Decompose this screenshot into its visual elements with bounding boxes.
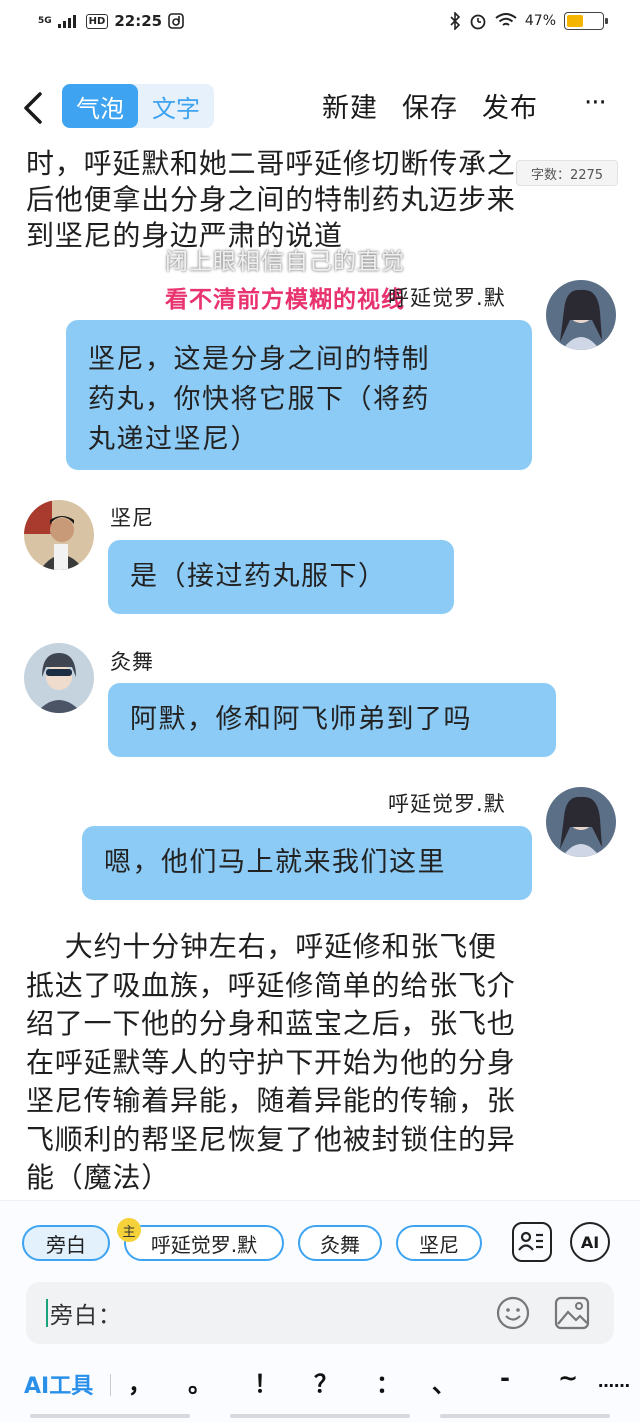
- punct-button[interactable]: ：: [376, 1364, 400, 1399]
- avatar-girl-image: [546, 280, 616, 350]
- mode-bubble-tab[interactable]: 气泡: [62, 84, 138, 128]
- role-chip-huyan-mo[interactable]: 呼延觉罗.默: [124, 1225, 284, 1261]
- emoji-icon[interactable]: [496, 1296, 530, 1330]
- char-count-badge: 字数：2275: [516, 160, 618, 186]
- narration-line: 大约十分钟左右，呼延修和张飞便: [26, 930, 497, 963]
- contact-card-icon: [518, 1231, 543, 1251]
- role-chip-jianni[interactable]: 坚尼: [396, 1225, 482, 1261]
- text-caret: [46, 1299, 48, 1327]
- punct-button[interactable]: ……: [598, 1372, 630, 1391]
- speaker-name: 呼延觉罗.默: [388, 286, 506, 310]
- battery-percent: 47%: [524, 13, 556, 29]
- message-line: 嗯，他们马上就来我们这里: [104, 847, 446, 878]
- new-button[interactable]: 新建: [322, 86, 378, 125]
- status-bar: 5G HD 22:25 47%: [0, 0, 640, 50]
- narration-line: 飞顺利的帮坚尼恢复了他被封锁住的异: [26, 1122, 516, 1156]
- punct-button[interactable]: 、: [432, 1364, 456, 1399]
- scroll-indicator: [230, 1414, 410, 1418]
- narration-line: 在呼延默等人的守护下开始为他的分身: [26, 1045, 516, 1079]
- save-button[interactable]: 保存: [402, 86, 458, 125]
- lyric-overlay-line: 闭上眼相信自己的直觉: [165, 249, 405, 275]
- message-line: 阿默，修和阿飞师弟到了吗: [130, 704, 472, 735]
- app-notification-icon: [168, 13, 184, 29]
- clock: 22:25: [114, 12, 163, 30]
- speaker-name: 坚尼: [110, 506, 154, 530]
- ai-button[interactable]: AI: [570, 1222, 610, 1262]
- speaker-name: 呼延觉罗.默: [388, 792, 506, 816]
- message-bubble[interactable]: 坚尼，这是分身之间的特制 药丸，你快将它服下（将药 丸递过坚尼）: [66, 320, 532, 470]
- avatar[interactable]: [24, 643, 94, 713]
- punct-button[interactable]: -: [500, 1364, 510, 1392]
- avatar-girl-image: [546, 787, 616, 857]
- mode-switch: 气泡 文字: [62, 84, 214, 128]
- role-manager-button[interactable]: [512, 1222, 552, 1262]
- bluetooth-icon: [450, 12, 461, 30]
- avatar[interactable]: [546, 280, 616, 350]
- avatar-man-image: [24, 500, 94, 570]
- punct-button[interactable]: ！: [254, 1364, 278, 1399]
- message-bubble[interactable]: 是（接过药丸服下）: [108, 540, 454, 614]
- message-line: 是（接过药丸服下）: [130, 561, 387, 592]
- alarm-icon: [470, 14, 486, 30]
- image-icon[interactable]: [554, 1296, 590, 1330]
- narration-line: 坚尼传输着异能，随着异能的传输，张: [26, 1084, 516, 1117]
- publish-button[interactable]: 发布: [482, 86, 538, 125]
- ai-tools-button[interactable]: AI工具: [24, 1368, 93, 1400]
- punct-button[interactable]: ？: [314, 1364, 338, 1399]
- message-line: 丸递过坚尼）: [88, 424, 259, 455]
- message-bubble[interactable]: 嗯，他们马上就来我们这里: [82, 826, 532, 900]
- narration-line: 抵达了吸血族，呼延修简单的给张飞介: [26, 968, 516, 1002]
- narration-line: 后他便拿出分身之间的特制药丸迈步来: [26, 183, 516, 216]
- avatar-anime-boy-image: [24, 643, 94, 713]
- hd-badge: HD: [85, 13, 109, 29]
- mode-text-tab[interactable]: 文字: [138, 84, 214, 128]
- divider: [110, 1374, 111, 1396]
- message-input[interactable]: 旁白：: [26, 1282, 614, 1344]
- back-icon[interactable]: [18, 88, 48, 128]
- narration-line: 绍了一下他的分身和蓝宝之后，张飞也: [26, 1007, 516, 1040]
- wifi-icon: [495, 13, 517, 26]
- speaker-name: 灸舞: [110, 650, 154, 674]
- avatar[interactable]: [546, 787, 616, 857]
- narration-line: 能（魔法）: [26, 1161, 171, 1194]
- network-indicator: 5G: [38, 15, 52, 26]
- narration-line: 时，呼延默和她二哥呼延修切断传承之: [26, 147, 516, 180]
- role-chip-narrator[interactable]: 旁白: [22, 1225, 110, 1261]
- battery-icon: [564, 12, 608, 30]
- punct-button[interactable]: ，: [128, 1364, 152, 1399]
- punct-button[interactable]: ~: [558, 1364, 578, 1392]
- lyric-overlay-line: 看不清前方模糊的视线: [165, 287, 405, 313]
- message-bubble[interactable]: 阿默，修和阿飞师弟到了吗: [108, 683, 556, 757]
- message-line: 坚尼，这是分身之间的特制: [88, 344, 430, 375]
- avatar[interactable]: [24, 500, 94, 570]
- more-button[interactable]: ···: [584, 88, 607, 118]
- scroll-indicator: [440, 1414, 610, 1418]
- message-line: 药丸，你快将它服下（将药: [88, 384, 430, 415]
- narration-block-top: 时，呼延默和她二哥呼延修切断传承之 后他便拿出分身之间的特制药丸迈步来 到坚尼的…: [26, 146, 516, 254]
- editor-toolbar: 气泡 文字 新建 保存 发布 ···: [0, 80, 640, 136]
- signal-icon: [57, 15, 76, 28]
- input-value: 旁白：: [50, 1303, 122, 1329]
- quick-punctuation-bar: AI工具 ， 。 ！ ？ ： 、 - ~ ……: [0, 1362, 640, 1406]
- narration-block-bottom: 大约十分钟左右，呼延修和张飞便 抵达了吸血族，呼延修简单的给张飞介 绍了一下他的…: [26, 928, 516, 1198]
- scroll-indicator: [30, 1414, 190, 1418]
- role-chip-jiuwu[interactable]: 灸舞: [298, 1225, 382, 1261]
- main-role-badge: 主: [117, 1218, 141, 1242]
- punct-button[interactable]: 。: [188, 1364, 212, 1399]
